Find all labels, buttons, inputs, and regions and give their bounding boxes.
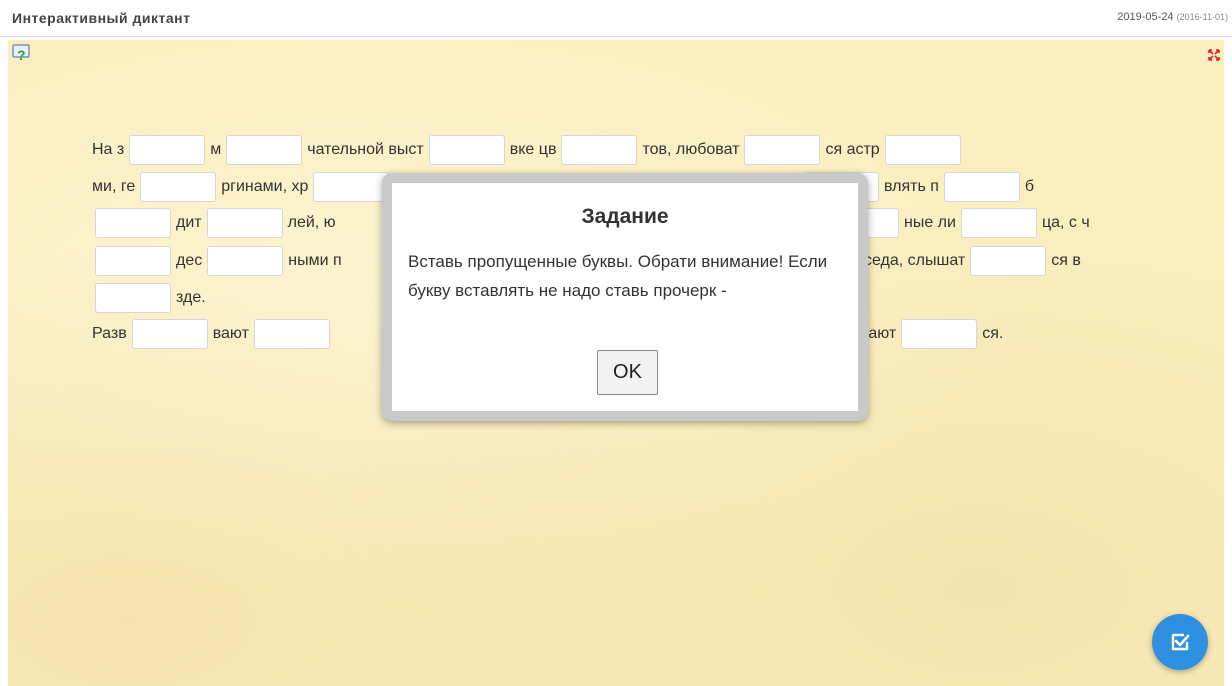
svg-text:?: ?	[17, 47, 26, 62]
word: тов, любоват	[642, 141, 740, 158]
dictation-line-6-tail: вают ся.	[860, 319, 1003, 349]
letter-input[interactable]	[960, 208, 1037, 238]
task-dialog: Задание Вставь пропущенные буквы. Обрати…	[382, 173, 868, 421]
word: ми, ге	[92, 178, 136, 195]
dictation-line-6: Разв вают	[92, 319, 335, 349]
letter-input[interactable]	[207, 246, 284, 276]
date-created: (2016-11-01)	[1176, 12, 1228, 22]
letter-input[interactable]	[901, 319, 978, 349]
dictation-line-3: дит лей, ю	[90, 208, 336, 238]
dictation-line-4-tail: седа, слышат ся в	[864, 246, 1081, 276]
letter-input[interactable]	[140, 172, 217, 202]
word: ца, с ч	[1041, 214, 1090, 231]
letter-input[interactable]	[884, 135, 961, 165]
letter-input[interactable]	[131, 319, 208, 349]
dialog-text: Вставь пропущенные буквы. Обрати внимани…	[408, 252, 828, 300]
word: вке цв	[509, 141, 557, 158]
word: ные ли	[904, 214, 956, 231]
fullscreen-icon[interactable]	[1208, 48, 1220, 61]
check-icon	[1171, 633, 1190, 651]
letter-input[interactable]	[313, 172, 390, 202]
word: ся астр	[825, 141, 880, 158]
date-stamp: 2019-05-24 (2016-11-01)	[1117, 11, 1228, 23]
date: 2019-05-24	[1117, 11, 1174, 23]
exercise-area: ? На з м чательной выст вке цв тов, любо…	[8, 40, 1224, 686]
help-icon[interactable]: ?	[12, 44, 32, 63]
letter-input[interactable]	[943, 172, 1020, 202]
check-button[interactable]	[1152, 614, 1208, 670]
letter-input[interactable]	[253, 319, 330, 349]
letter-input[interactable]	[744, 135, 821, 165]
letter-input[interactable]	[206, 208, 283, 238]
word: ся в	[1051, 252, 1081, 269]
word: дес	[176, 252, 203, 269]
word: ными п	[288, 252, 342, 269]
word: седа, слышат	[864, 252, 966, 269]
dictation-line-4: дес ными п	[90, 246, 342, 276]
word: чательной выст	[307, 141, 424, 158]
letter-input[interactable]	[129, 135, 206, 165]
letter-input[interactable]	[95, 246, 171, 276]
dialog-title: Задание	[581, 205, 669, 228]
word: влять п	[884, 178, 939, 195]
word: Разв	[92, 325, 127, 342]
word: зде.	[176, 289, 206, 306]
word: ся.	[982, 325, 1004, 342]
dictation-line-5: зде.	[90, 283, 206, 313]
letter-input[interactable]	[95, 283, 171, 313]
letter-input[interactable]	[226, 135, 303, 165]
word: На з	[92, 141, 125, 158]
ok-button[interactable]: OK	[597, 350, 658, 395]
word: дит	[176, 214, 202, 231]
letter-input[interactable]	[970, 246, 1047, 276]
word: лей, ю	[287, 214, 336, 231]
word: б	[1024, 178, 1035, 195]
dictation-line-1: На з м чательной выст вке цв тов, любова…	[92, 135, 966, 165]
word: ргинами, хр	[221, 178, 309, 195]
page-title: Интерактивный диктант	[12, 10, 191, 26]
dictation-line-2: ми, ге ргинами, хр	[92, 172, 394, 202]
letter-input[interactable]	[561, 135, 638, 165]
word: вают	[212, 325, 249, 342]
letter-input[interactable]	[428, 135, 505, 165]
header: Интерактивный диктант 2019-05-24 (2016-1…	[0, 0, 1232, 37]
word: м	[210, 141, 222, 158]
letter-input[interactable]	[95, 208, 171, 238]
